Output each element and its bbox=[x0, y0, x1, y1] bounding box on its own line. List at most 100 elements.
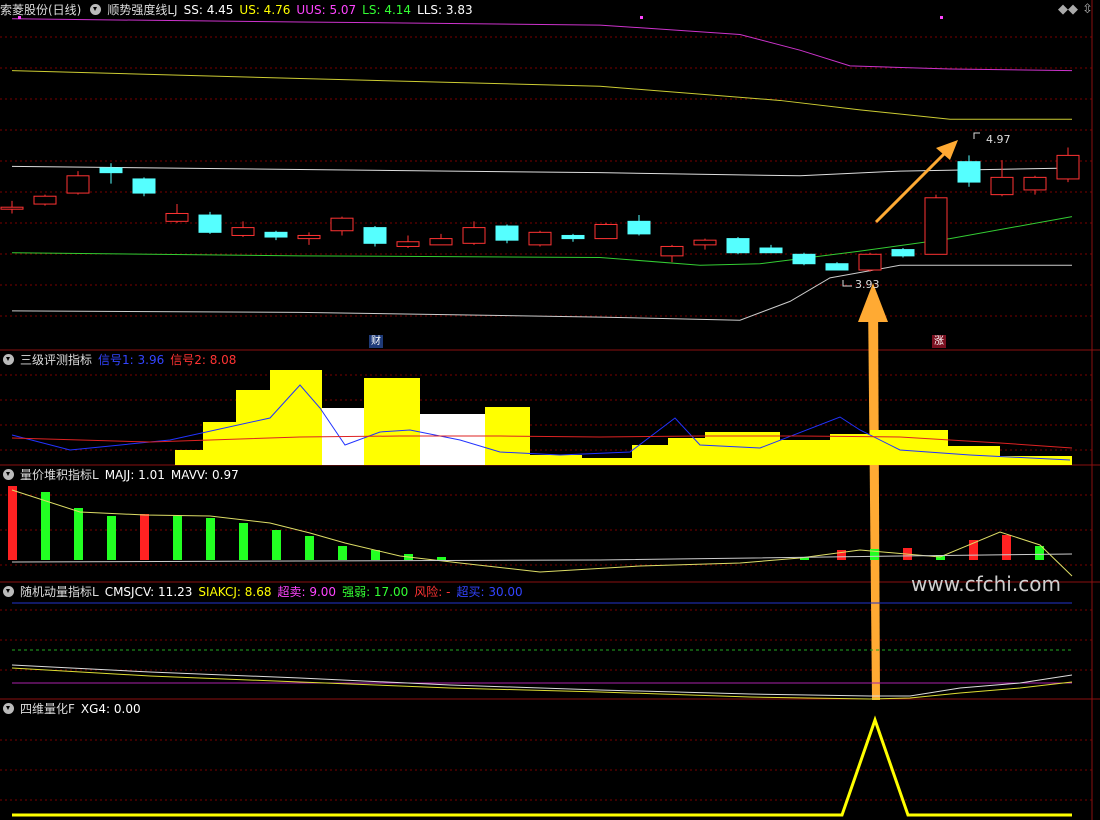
candle-body bbox=[0, 206, 24, 210]
volume-block bbox=[705, 432, 780, 465]
candle-body bbox=[528, 231, 552, 246]
candle-body bbox=[396, 241, 420, 247]
volume-block bbox=[870, 430, 948, 465]
candle-body bbox=[1023, 176, 1047, 191]
panel4-indicator-name[interactable]: 随机动量指标L bbox=[20, 585, 99, 599]
volume-block bbox=[420, 414, 485, 465]
volume-bar bbox=[206, 518, 215, 560]
kline-chart[interactable] bbox=[0, 0, 1100, 820]
indicator-value: LS: 4.14 bbox=[362, 3, 412, 17]
indicator-menu-icon[interactable] bbox=[90, 4, 102, 15]
indicator-menu-icon[interactable] bbox=[3, 469, 14, 480]
candle-body bbox=[825, 263, 849, 271]
panel2-header: 三级评测指标 信号1: 3.96 信号2: 8.08 bbox=[0, 351, 248, 369]
candle-body bbox=[99, 167, 123, 174]
volume-block bbox=[364, 378, 420, 465]
candle-body bbox=[1056, 154, 1080, 180]
volume-bar bbox=[305, 536, 314, 560]
main-panel-header: 索菱股份(日线) 顺势强度线LJ SS: 4.45 US: 4.76 UUS: 5.07… bbox=[0, 1, 485, 19]
volume-bar bbox=[107, 516, 116, 560]
panel4-indicator-values: CMSJCV: 11.23 SIAKCJ: 8.68 超卖: 9.00 强弱: 17.… bbox=[105, 585, 529, 599]
indicator-value: 信号2: 8.08 bbox=[170, 353, 237, 367]
low-price-label: 3.93 bbox=[855, 278, 880, 291]
volume-block bbox=[203, 422, 236, 465]
volume-bar bbox=[837, 550, 846, 560]
panel3-indicator-values: MAJJ: 1.01 MAVV: 0.97 bbox=[105, 468, 245, 482]
majj-line bbox=[11, 489, 1073, 577]
candle-body bbox=[165, 212, 189, 222]
candle-body bbox=[858, 253, 882, 271]
panel3-indicator-name[interactable]: 量价堆积指标L bbox=[20, 468, 99, 482]
candle-body bbox=[495, 225, 519, 241]
volume-bar bbox=[1002, 535, 1011, 560]
indicator-value: 强弱: 17.00 bbox=[342, 585, 409, 599]
main-indicator-values: SS: 4.45 US: 4.76 UUS: 5.07 LS: 4.14 LLS: 3.… bbox=[184, 3, 479, 17]
candle-body bbox=[429, 238, 453, 246]
window-diamond-icon[interactable]: ◆◆ bbox=[1058, 2, 1078, 17]
indicator-value: MAJJ: 1.01 bbox=[104, 468, 165, 482]
indicator-value: UUS: 5.07 bbox=[296, 3, 357, 17]
indicator-value: SIAKCJ: 8.68 bbox=[198, 585, 272, 599]
candle-body bbox=[990, 176, 1014, 196]
indicator-menu-icon[interactable] bbox=[3, 703, 14, 714]
candle-body bbox=[660, 245, 684, 257]
volume-bar bbox=[371, 550, 380, 560]
high-marker bbox=[973, 132, 980, 139]
scroll-arrows-icon[interactable]: ⇳ bbox=[1082, 2, 1093, 17]
indicator-value: US: 4.76 bbox=[239, 3, 291, 17]
indicator-menu-icon[interactable] bbox=[3, 354, 14, 365]
indicator-value: LLS: 3.83 bbox=[417, 3, 473, 17]
panel5-indicator-name[interactable]: 四维量化F bbox=[20, 702, 75, 716]
panel5-indicator-values: XG4: 0.00 bbox=[81, 702, 147, 716]
volume-block bbox=[668, 438, 705, 465]
lls-line bbox=[11, 264, 1072, 321]
indicator-value: 风险: - bbox=[414, 585, 451, 599]
limit-up-badge[interactable]: 涨 bbox=[932, 335, 946, 348]
main-indicator-name[interactable]: 顺势强度线LJ bbox=[107, 3, 177, 17]
panel5-header: 四维量化F XG4: 0.00 bbox=[0, 700, 153, 718]
volume-block bbox=[632, 445, 668, 465]
panel2-indicator-name[interactable]: 三级评测指标 bbox=[20, 353, 92, 367]
uus-line bbox=[11, 18, 1073, 72]
candle-body bbox=[627, 220, 651, 235]
volume-block bbox=[175, 450, 203, 465]
indicator-value: SS: 4.45 bbox=[183, 3, 234, 17]
finance-badge[interactable]: 财 bbox=[369, 335, 383, 348]
stock-title: 索菱股份(日线) bbox=[0, 3, 82, 17]
watermark: www.cfchi.com bbox=[911, 572, 1061, 596]
candle-body bbox=[264, 231, 288, 238]
volume-bar bbox=[437, 557, 446, 560]
candle-body bbox=[462, 227, 486, 244]
indicator-value: 超卖: 9.00 bbox=[277, 585, 337, 599]
candle-body bbox=[759, 247, 783, 254]
candle-body bbox=[594, 223, 618, 240]
ss-line bbox=[11, 165, 1073, 177]
candle-body bbox=[726, 238, 750, 254]
volume-bar bbox=[74, 508, 83, 560]
volume-bar bbox=[338, 546, 347, 560]
candle-body bbox=[792, 253, 816, 265]
signal-dot bbox=[940, 16, 943, 19]
xg4-line bbox=[12, 715, 1072, 817]
signal-dot bbox=[640, 16, 643, 19]
indicator-value: 超买: 30.00 bbox=[456, 585, 523, 599]
volume-bar bbox=[140, 514, 149, 560]
candle-body bbox=[693, 239, 717, 246]
volume-bar bbox=[173, 516, 182, 560]
candle-body bbox=[198, 214, 222, 233]
indicator-menu-icon[interactable] bbox=[3, 586, 14, 597]
candle-body bbox=[33, 195, 57, 205]
panel3-header: 量价堆积指标L MAJJ: 1.01 MAVV: 0.97 bbox=[0, 466, 251, 484]
candle-body bbox=[231, 227, 255, 236]
candle-body bbox=[957, 161, 981, 183]
panel4-header: 随机动量指标L CMSJCV: 11.23 SIAKCJ: 8.68 超卖: 9.00… bbox=[0, 583, 535, 601]
mavv-line bbox=[11, 553, 1073, 563]
volume-block bbox=[270, 370, 322, 465]
high-price-label: 4.97 bbox=[986, 133, 1011, 146]
indicator-value: CMSJCV: 11.23 bbox=[104, 585, 193, 599]
candle-body bbox=[66, 175, 90, 194]
volume-bar bbox=[272, 530, 281, 560]
volume-block bbox=[830, 434, 870, 465]
candle-body bbox=[330, 217, 354, 232]
candle-body bbox=[891, 249, 915, 257]
